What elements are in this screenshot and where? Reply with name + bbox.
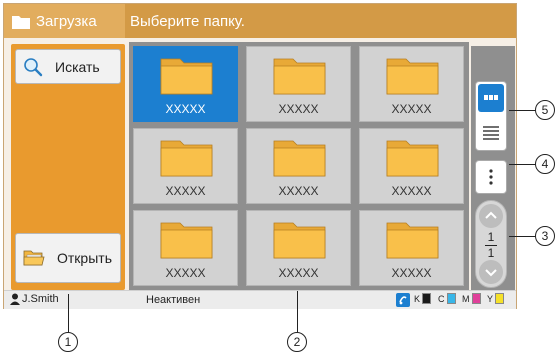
callout-4: 4 [535,154,555,174]
thumbnail-view-button[interactable] [478,84,504,112]
search-button[interactable]: Искать [15,49,121,84]
folder-icon [160,222,213,259]
user-indicator[interactable]: J.Smith [10,293,59,305]
user-icon [10,293,20,305]
ink-swatch [446,293,456,304]
callout-line-5 [509,110,536,112]
folder-tile[interactable]: XXXXX [359,46,464,122]
ink-label: K [414,293,421,304]
section-title-label: Загрузка [36,12,97,30]
total-pages: 1 [487,246,495,260]
page-up-button[interactable] [479,204,503,228]
chevron-up-icon [485,211,497,219]
magnifier-icon [24,57,43,76]
ink-label: M [462,293,470,304]
current-page: 1 [487,230,495,244]
ink-label: Y [487,293,494,304]
more-options-button[interactable] [475,160,507,194]
ink-swatch [495,293,505,304]
search-button-label: Искать [55,58,100,75]
folder-tile[interactable]: XXXXX [246,128,351,204]
folder-icon [273,58,326,95]
ink-label: C [438,293,445,304]
folder-icon [386,222,439,259]
folder-icon [160,58,213,95]
folder-label: XXXXX [391,184,432,198]
app-window: Загрузка Выберите папку. Искать Открыть … [3,3,517,309]
folder-tile[interactable]: XXXXX [359,210,464,286]
folder-icon [273,222,326,259]
folder-label: XXXXX [165,102,206,116]
folder-icon [386,140,439,177]
callout-line-2 [297,291,299,332]
folder-icon [386,58,439,95]
ink-level-y: Y [487,293,505,304]
page-down-button[interactable] [479,260,503,284]
folder-label: XXXXX [391,102,432,116]
section-title: Загрузка [4,4,125,38]
ink-swatch [471,293,481,304]
open-folder-icon [23,250,45,266]
folder-grid: XXXXX XXXXX XXXXX XXXXX XXXXX XXXXX XXXXX XXXXX… [129,42,469,290]
folder-tile[interactable]: XXXXX [246,210,351,286]
view-mode-toggle [475,81,507,151]
list-view-button[interactable] [478,118,504,146]
callout-1: 1 [58,332,78,352]
thumbnail-view-icon [484,95,498,100]
callout-3: 3 [535,226,555,246]
page-navigator: 1 1 [475,200,507,288]
open-button-label: Открыть [57,250,112,266]
more-vertical-icon [489,169,493,185]
folder-label: XXXXX [391,266,432,280]
chevron-down-icon [485,269,497,277]
callout-2: 2 [287,332,307,352]
folder-label: XXXXX [278,184,319,198]
right-control-strip: 1 1 [471,46,515,290]
open-button[interactable]: Открыть [15,233,121,283]
folder-tile[interactable]: XXXXX [359,128,464,204]
folder-tile[interactable]: XXXXX [246,46,351,122]
ink-swatch [422,293,432,304]
callout-5: 5 [535,100,555,120]
folder-icon [273,140,326,177]
folder-label: XXXXX [165,184,206,198]
machine-status: Неактивен [146,294,201,306]
folder-tile[interactable]: XXXXX [133,210,238,286]
prompt-area: Выберите папку. [127,4,245,38]
list-view-icon [483,126,499,140]
ink-level-m: M [462,293,481,304]
folder-icon [160,140,213,177]
user-name: J.Smith [22,293,59,305]
callout-line-1 [68,294,70,332]
status-bar: J.Smith Неактивен K C M Y [4,290,516,309]
network-icon [396,293,410,307]
folder-tile[interactable]: XXXXX [133,46,238,122]
folder-label: XXXXX [278,102,319,116]
ink-level-k: K [414,293,432,304]
prompt-text: Выберите папку. [130,12,245,30]
title-bar: Загрузка Выберите папку. [4,4,516,38]
folder-icon [12,15,30,29]
callout-line-3 [509,236,536,238]
callout-line-4 [509,164,536,166]
left-panel: Искать Открыть [11,44,125,290]
ink-level-c: C [438,293,456,304]
folder-label: XXXXX [278,266,319,280]
folder-tile[interactable]: XXXXX [133,128,238,204]
folder-label: XXXXX [165,266,206,280]
